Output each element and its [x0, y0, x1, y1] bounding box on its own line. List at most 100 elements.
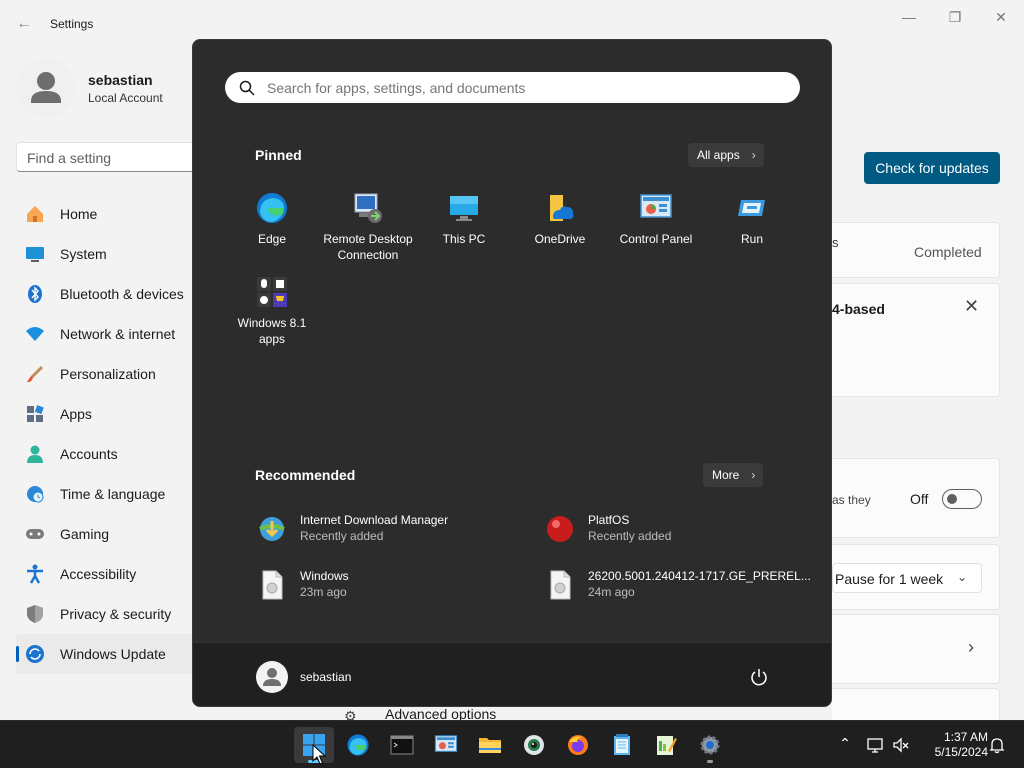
- firefox-icon: [568, 735, 588, 755]
- sidebar-item-apps[interactable]: Apps: [16, 394, 196, 434]
- back-arrow-icon[interactable]: ←: [14, 14, 34, 34]
- sidebar-item-accessibility[interactable]: Accessibility: [16, 554, 196, 594]
- chevron-right-icon: ›: [751, 148, 756, 162]
- monitor-icon: [26, 247, 44, 262]
- sidebar-item-label: Gaming: [60, 526, 110, 542]
- file-icon: [262, 570, 283, 600]
- network-icon[interactable]: [866, 736, 884, 754]
- recommended-item-title: Internet Download Manager: [300, 513, 449, 527]
- shield-icon: [27, 605, 43, 623]
- sidebar-item-label: Home: [60, 206, 98, 222]
- control-panel-taskbar[interactable]: [426, 727, 466, 763]
- start-search-input[interactable]: [267, 72, 787, 103]
- search-icon: [239, 80, 255, 96]
- latest-updates-toggle[interactable]: [942, 489, 982, 509]
- pinned-app-control-panel[interactable]: Control Panel: [608, 191, 704, 247]
- clock-date: 5/15/2024: [934, 745, 988, 759]
- running-indicator: [707, 760, 713, 763]
- person-icon: [27, 445, 43, 463]
- mouse-cursor-icon: [312, 744, 326, 765]
- edge-taskbar[interactable]: [338, 727, 378, 763]
- file-icon: [550, 570, 571, 600]
- pinned-title: Pinned: [255, 147, 302, 163]
- pause-updates-dropdown[interactable]: Pause for 1 week ⌄: [832, 563, 982, 593]
- clock[interactable]: 1:37 AM 5/15/2024: [918, 730, 988, 760]
- sidebar-item-label: Apps: [60, 406, 92, 422]
- sidebar-item-network[interactable]: Network & internet: [16, 314, 196, 354]
- sidebar-item-system[interactable]: System: [16, 234, 196, 274]
- idm-icon: [259, 517, 285, 541]
- pinned-app-label: This PC: [442, 232, 486, 246]
- minimize-button[interactable]: —: [886, 6, 932, 28]
- gamepad-icon: [26, 529, 44, 539]
- terminal-taskbar[interactable]: [382, 727, 422, 763]
- pinned-app-run[interactable]: Run: [704, 191, 800, 247]
- onedrive-icon: [550, 195, 574, 221]
- app-title: Settings: [50, 17, 94, 31]
- pinned-app-edge[interactable]: Edge: [224, 191, 320, 247]
- pinned-app-this-pc[interactable]: This PC: [416, 191, 512, 247]
- pinned-app-label: OneDrive: [534, 232, 586, 246]
- notepad-taskbar[interactable]: [602, 727, 642, 763]
- card-text-fragment: as they: [832, 493, 871, 507]
- settings-taskbar[interactable]: [690, 727, 730, 763]
- sidebar-item-bluetooth[interactable]: Bluetooth & devices: [16, 274, 196, 314]
- sidebar-item-gaming[interactable]: Gaming: [16, 514, 196, 554]
- power-icon[interactable]: [749, 667, 769, 687]
- gear-icon: [700, 735, 720, 755]
- sidebar-item-personalization[interactable]: Personalization: [16, 354, 196, 394]
- sidebar-item-accounts[interactable]: Accounts: [16, 434, 196, 474]
- notification-bell-icon[interactable]: [988, 736, 1006, 754]
- run-icon: [738, 200, 765, 216]
- volume-muted-icon[interactable]: [892, 736, 910, 754]
- recommended-item-platfos[interactable]: PlatfOS Recently added: [544, 511, 804, 551]
- recommended-item-build-file[interactable]: 26200.5001.240412-1717.GE_PREREL... 24m …: [544, 567, 811, 607]
- start-menu: Pinned All apps › Edge Remote Desktop Co…: [192, 39, 832, 707]
- find-setting-input[interactable]: Find a setting: [16, 142, 216, 172]
- maximize-button[interactable]: ❐: [932, 6, 978, 28]
- edge-icon: [257, 193, 287, 223]
- folder-icon: [479, 738, 501, 753]
- status-completed: Completed: [914, 244, 982, 260]
- start-search-box[interactable]: [225, 72, 800, 103]
- file-explorer-taskbar[interactable]: [470, 727, 510, 763]
- sidebar-item-privacy-security[interactable]: Privacy & security: [16, 594, 196, 634]
- update-item-card: 4-based ✕: [832, 283, 1000, 397]
- more-button[interactable]: More ›: [703, 463, 764, 487]
- all-apps-button[interactable]: All apps ›: [688, 143, 764, 167]
- close-button[interactable]: ✕: [978, 6, 1024, 28]
- update-history-card[interactable]: ›: [832, 614, 1000, 684]
- pinned-app-label: Control Panel: [619, 232, 693, 246]
- wifi-icon: [26, 327, 44, 341]
- this-pc-icon: [450, 196, 478, 221]
- pinned-app-windows81-apps[interactable]: Windows 8.1 apps: [224, 275, 320, 347]
- sidebar-item-label: Privacy & security: [60, 606, 172, 622]
- sidebar-item-time-language[interactable]: Time & language: [16, 474, 196, 514]
- recommended-item-title: Windows: [300, 569, 349, 583]
- browser-taskbar[interactable]: [514, 727, 554, 763]
- edge-icon: [347, 734, 369, 756]
- pause-updates-card: Pause for 1 week ⌄: [832, 544, 1000, 610]
- update-status-card: s Completed: [832, 222, 1000, 278]
- update-icon: [26, 645, 44, 663]
- find-setting-placeholder: Find a setting: [27, 150, 112, 166]
- sidebar-nav: Home System Bluetooth & devices Network …: [16, 194, 196, 674]
- chevron-right-icon: ›: [968, 637, 974, 657]
- pinned-app-onedrive[interactable]: OneDrive: [512, 191, 608, 247]
- taskbar: ⌃ 1:37 AM 5/15/2024: [0, 720, 1024, 768]
- close-icon[interactable]: ✕: [964, 296, 979, 317]
- editor-taskbar[interactable]: [646, 727, 686, 763]
- check-for-updates-button[interactable]: Check for updates: [864, 152, 1000, 184]
- pinned-app-remote-desktop[interactable]: Remote Desktop Connection: [320, 191, 416, 263]
- apps-icon: [27, 405, 44, 422]
- chevron-up-icon[interactable]: ⌃: [836, 735, 854, 753]
- recommended-item-idm[interactable]: Internet Download Manager Recently added: [256, 511, 516, 551]
- sidebar-item-home[interactable]: Home: [16, 194, 196, 234]
- recommended-item-subtitle: 23m ago: [300, 585, 347, 599]
- avatar[interactable]: [256, 661, 288, 693]
- firefox-taskbar[interactable]: [558, 727, 598, 763]
- recommended-item-windows[interactable]: Windows 23m ago: [256, 567, 516, 607]
- sidebar-item-label: Accessibility: [60, 566, 137, 582]
- sidebar-item-windows-update[interactable]: Windows Update: [16, 634, 196, 674]
- footer-user-name[interactable]: sebastian: [300, 670, 351, 684]
